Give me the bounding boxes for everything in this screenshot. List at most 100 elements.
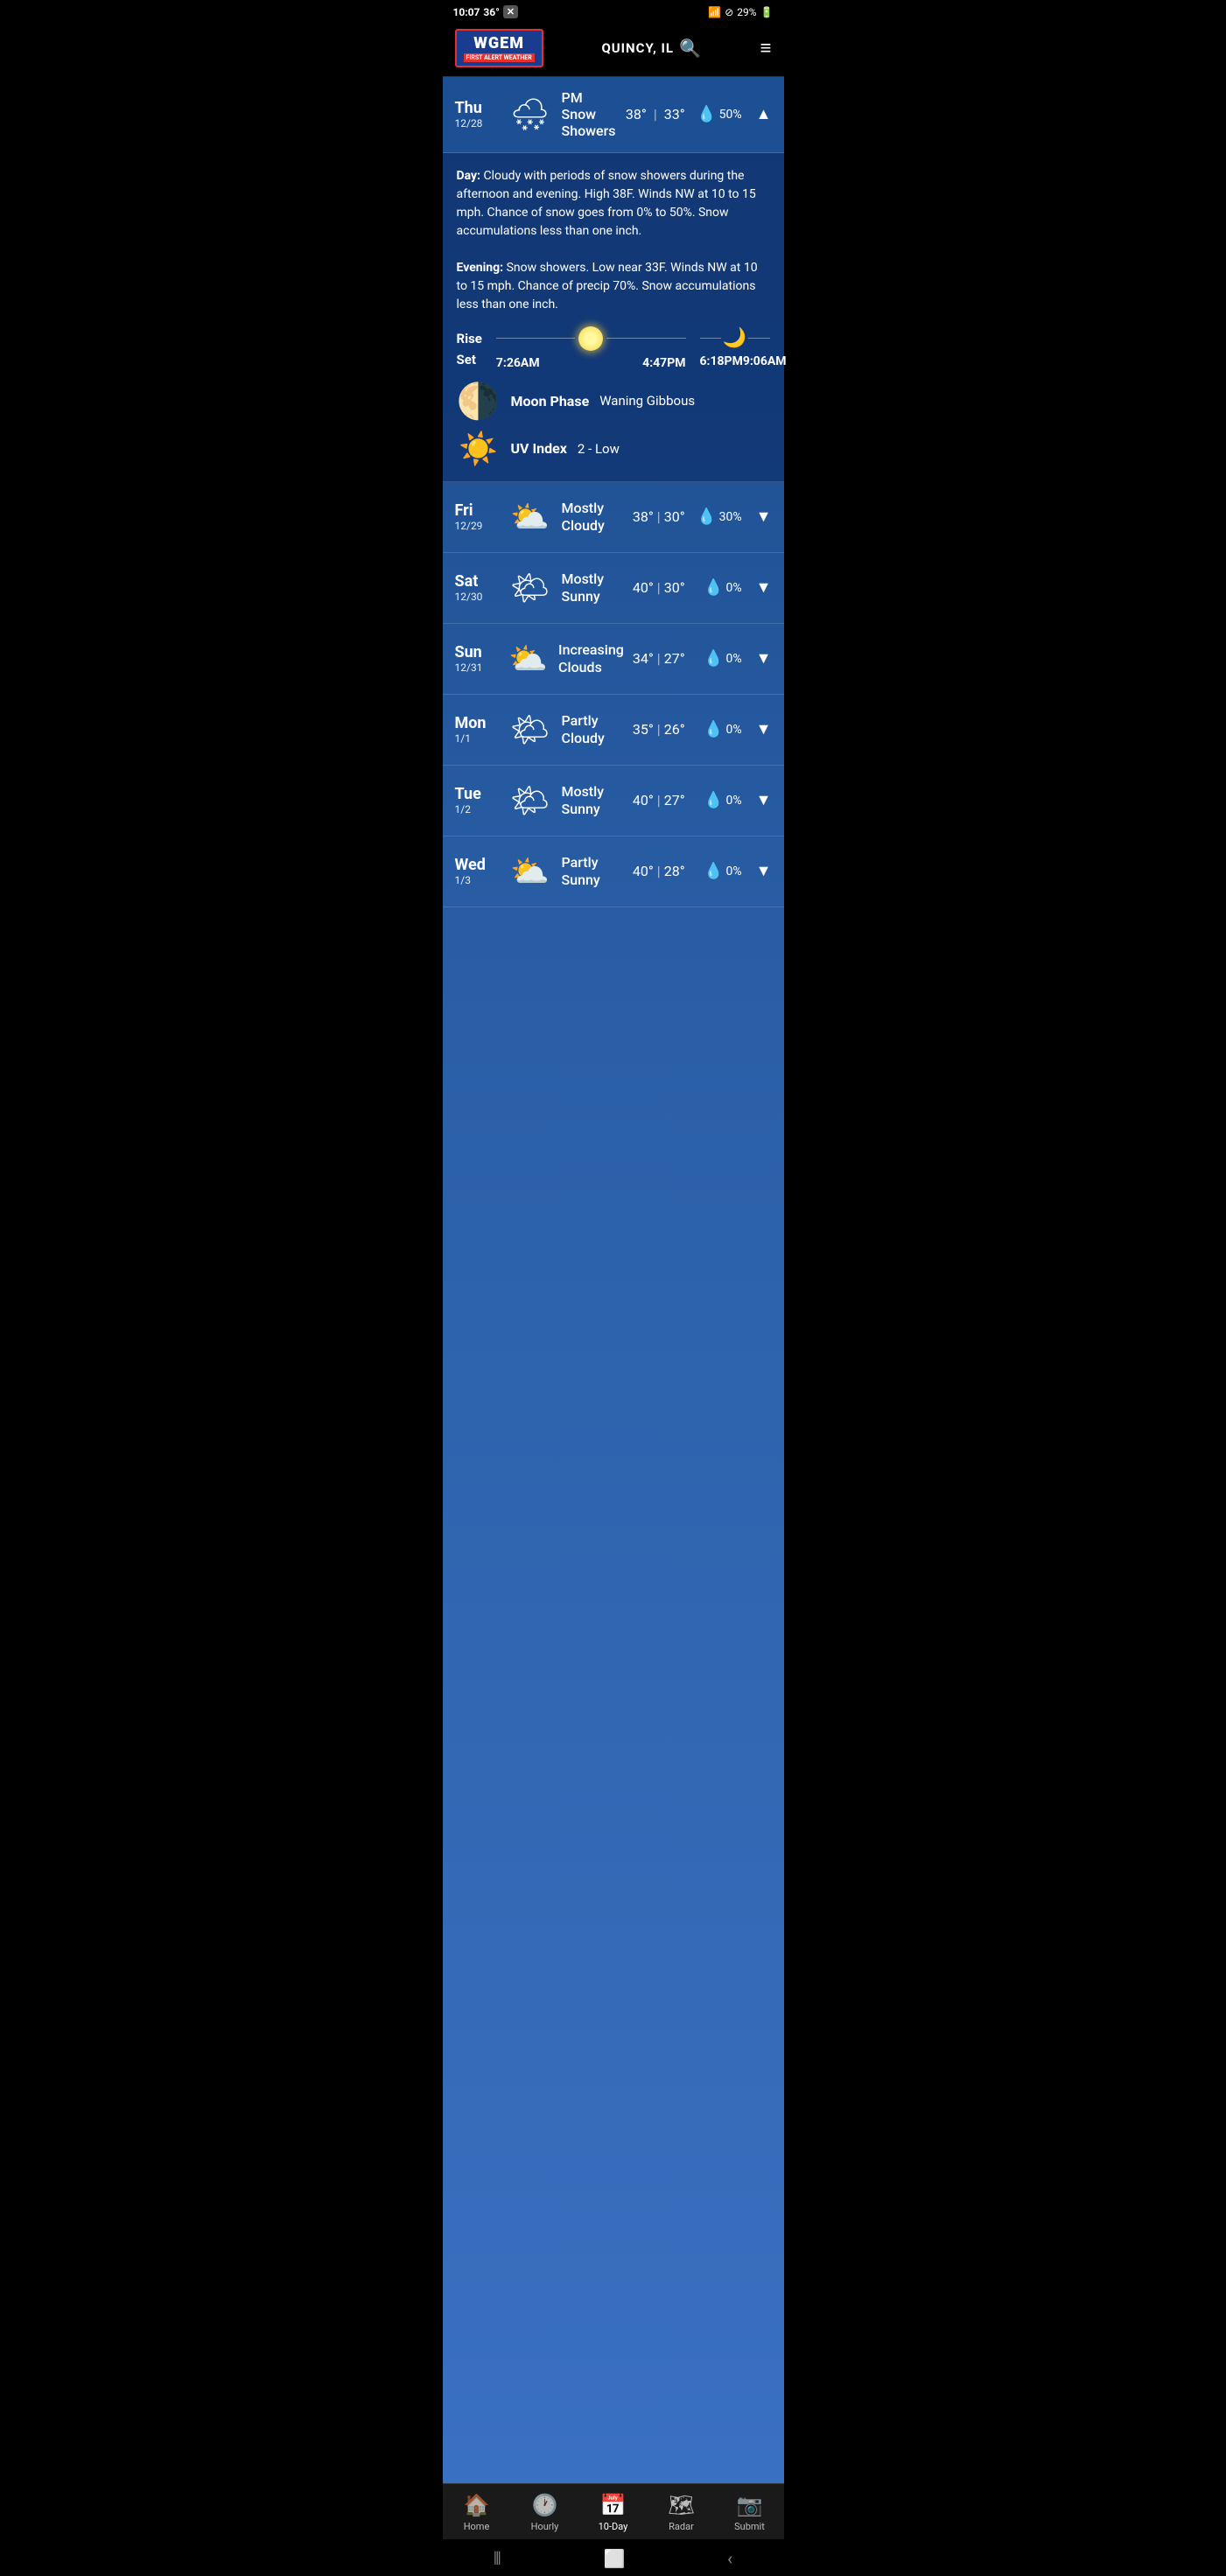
day-row-tue[interactable]: Tue 1/2 🌤 Mostly Sunny 40°|27° 💧 0% ▼: [443, 766, 784, 836]
wifi-icon: 📶: [708, 6, 721, 18]
nav-home[interactable]: 🏠 Home: [451, 2493, 503, 2532]
temps-2: 34°|27°: [633, 650, 685, 667]
moonrise-time: 6:18PM: [700, 354, 743, 368]
thu-detail-panel: Day: Cloudy with periods of snow showers…: [443, 153, 784, 482]
condition-1: Mostly Sunny: [562, 570, 624, 604]
forecast-list: Fri 12/29 ⛅ Mostly Cloudy 38°|30° 💧 30% …: [443, 482, 784, 907]
day-row-sat[interactable]: Sat 12/30 🌤 Mostly Sunny 40°|30° 💧 0% ▼: [443, 553, 784, 624]
icon-2: ⛅: [508, 636, 550, 682]
temps-4: 40°|27°: [633, 792, 685, 808]
chevron-5[interactable]: ▼: [756, 862, 772, 880]
bottom-navigation: 🏠 Home 🕐 Hourly 📅 10-Day 🗺 Radar 📷 Submi…: [443, 2483, 784, 2539]
condition-4: Mostly Sunny: [562, 783, 624, 816]
thu-condition: PM Snow Showers: [562, 89, 617, 140]
status-temp: 36°: [483, 6, 499, 18]
icon-5: ⛅: [508, 849, 553, 894]
thu-precip: 💧 50%: [694, 105, 742, 123]
thu-chevron[interactable]: ▲: [756, 105, 772, 123]
nav-hourly[interactable]: 🕐 Hourly: [519, 2493, 571, 2532]
submit-label: Submit: [734, 2521, 765, 2532]
day-label-0: Fri 12/29: [455, 501, 499, 532]
temps-5: 40°|28°: [633, 863, 685, 879]
chevron-3[interactable]: ▼: [756, 720, 772, 738]
sun-section: Rise Set 7:26AM 4:47PM 🌙: [457, 326, 770, 372]
precip-3: 💧 0%: [694, 720, 742, 738]
location-display[interactable]: QUINCY, IL 🔍: [601, 38, 702, 59]
sun-circle-icon: [578, 326, 603, 351]
day-description: Day: Cloudy with periods of snow showers…: [457, 167, 770, 314]
logo-subtitle: FIRST ALERT WEATHER: [464, 53, 535, 62]
day-label-3: Mon 1/1: [455, 714, 499, 745]
day-label-5: Wed 1/3: [455, 856, 499, 886]
temps-0: 38°|30°: [633, 508, 685, 525]
home-icon: 🏠: [464, 2493, 490, 2517]
status-icons: 📶 ⊘ 29% 🔋: [708, 6, 773, 18]
temps-1: 40°|30°: [633, 579, 685, 596]
chevron-1[interactable]: ▼: [756, 578, 772, 597]
precip-1: 💧 0%: [694, 578, 742, 597]
precip-2: 💧 0%: [694, 649, 742, 668]
day-row-thu[interactable]: Thu 12/28 🌨 PM Snow Showers 38° | 33° 💧 …: [443, 77, 784, 153]
home-label: Home: [464, 2521, 490, 2532]
moonset-time: 9:06AM: [743, 354, 787, 368]
day-label-2: Sun 12/31: [455, 643, 499, 674]
sun-labels: Rise Set: [457, 331, 482, 368]
recent-apps-button[interactable]: ⦀: [494, 2548, 501, 2569]
main-content: Thu 12/28 🌨 PM Snow Showers 38° | 33° 💧 …: [443, 77, 784, 2483]
radar-icon: 🗺: [668, 2493, 694, 2517]
hourly-label: Hourly: [531, 2521, 559, 2532]
app-header: WGEM FIRST ALERT WEATHER QUINCY, IL 🔍 ≡: [443, 22, 784, 77]
hourly-icon: 🕐: [532, 2493, 558, 2517]
uv-label: UV Index: [511, 440, 567, 457]
condition-3: Partly Cloudy: [562, 712, 624, 746]
condition-0: Mostly Cloudy: [562, 500, 624, 533]
icon-4: 🌤: [508, 778, 553, 823]
moon-phase-row: 🌗 Moon Phase Waning Gibbous: [457, 381, 770, 422]
nav-radar[interactable]: 🗺 Radar: [655, 2493, 708, 2532]
status-time: 10:07: [453, 6, 480, 18]
drop-icon-4: 💧: [704, 791, 723, 809]
search-icon[interactable]: 🔍: [679, 38, 702, 59]
condition-5: Partly Sunny: [562, 854, 624, 887]
sunrise-time: 7:26AM: [496, 356, 540, 370]
moon-phase-value: Waning Gibbous: [599, 393, 695, 409]
home-button[interactable]: ⬜: [603, 2548, 625, 2569]
submit-icon: 📷: [737, 2493, 763, 2517]
nav-10day[interactable]: 📅 10-Day: [587, 2493, 640, 2532]
day-row-mon[interactable]: Mon 1/1 🌤 Partly Cloudy 35°|26° 💧 0% ▼: [443, 695, 784, 766]
uv-index-row: ☀️ UV Index 2 - Low: [457, 430, 770, 467]
menu-icon[interactable]: ≡: [760, 37, 772, 60]
chevron-4[interactable]: ▼: [756, 791, 772, 809]
nav-submit[interactable]: 📷 Submit: [724, 2493, 776, 2532]
day-row-sun[interactable]: Sun 12/31 ⛅ Increasing Clouds 34°|27° 💧 …: [443, 624, 784, 695]
back-button[interactable]: ‹: [727, 2548, 732, 2569]
thu-label: Thu 12/28: [455, 99, 499, 130]
battery-icon: 🔋: [760, 6, 774, 18]
battery-text: 29%: [737, 6, 756, 18]
system-navigation: ⦀ ⬜ ‹: [443, 2539, 784, 2576]
thu-temps: 38° | 33°: [626, 106, 685, 122]
status-x-icon: ✕: [503, 5, 518, 18]
moon-waning-icon: 🌗: [457, 381, 501, 422]
chevron-2[interactable]: ▼: [756, 649, 772, 668]
sun-arc-area: 7:26AM 4:47PM: [496, 326, 686, 372]
thu-icon: 🌨: [508, 92, 553, 137]
day-row-wed[interactable]: Wed 1/3 ⛅ Partly Sunny 40°|28° 💧 0% ▼: [443, 836, 784, 907]
drop-icon-0: 💧: [697, 508, 716, 526]
icon-1: 🌤: [508, 565, 553, 611]
uv-value: 2 - Low: [578, 441, 620, 457]
uv-sun-icon: ☀️: [457, 430, 501, 467]
tenday-label: 10-Day: [599, 2521, 628, 2532]
location-text: QUINCY, IL: [601, 40, 674, 56]
rise-label: Rise: [457, 331, 482, 346]
chevron-0[interactable]: ▼: [756, 508, 772, 526]
precip-4: 💧 0%: [694, 791, 742, 809]
temps-3: 35°|26°: [633, 721, 685, 738]
condition-2: Increasing Clouds: [558, 641, 624, 675]
status-bar: 10:07 36° ✕ 📶 ⊘ 29% 🔋: [443, 0, 784, 22]
precip-5: 💧 0%: [694, 862, 742, 880]
moon-arc-area: 🌙 6:18PM 9:06AM: [700, 327, 770, 370]
tenday-icon: 📅: [600, 2493, 627, 2517]
day-label-1: Sat 12/30: [455, 572, 499, 603]
day-row-fri[interactable]: Fri 12/29 ⛅ Mostly Cloudy 38°|30° 💧 30% …: [443, 482, 784, 553]
